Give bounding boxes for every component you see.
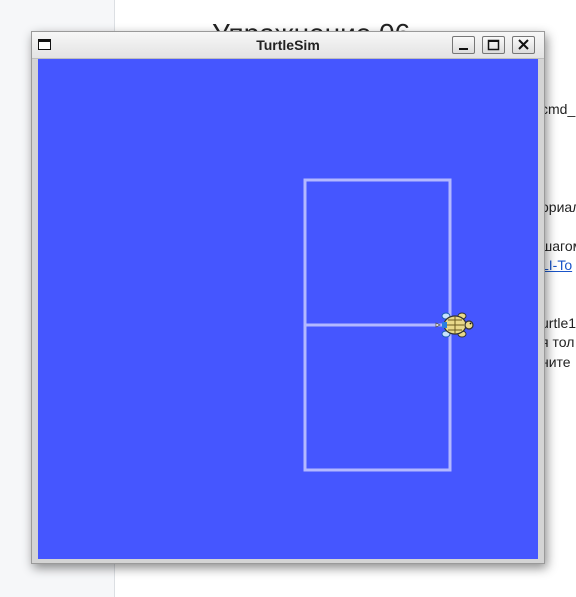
docs-text-line: я тол bbox=[541, 334, 575, 350]
turtlesim-window: TurtleSim bbox=[31, 31, 545, 564]
docs-text-line: ните bbox=[541, 354, 571, 370]
maximize-button[interactable] bbox=[482, 36, 505, 54]
close-button[interactable] bbox=[512, 36, 535, 54]
docs-text-line: cmd_ bbox=[541, 101, 576, 117]
minimize-button[interactable] bbox=[452, 36, 475, 54]
docs-text-line: шагом bbox=[541, 238, 576, 254]
turtle-drawing bbox=[303, 178, 474, 472]
close-icon bbox=[518, 39, 529, 50]
docs-text-line: urtle1 bbox=[541, 315, 576, 331]
turtlesim-canvas bbox=[38, 59, 538, 559]
window-titlebar[interactable]: TurtleSim bbox=[32, 32, 544, 59]
docs-text-line: ориал bbox=[541, 199, 576, 215]
maximize-icon bbox=[487, 39, 500, 51]
minimize-icon bbox=[459, 48, 468, 50]
docs-link[interactable]: LI-To bbox=[541, 257, 572, 273]
